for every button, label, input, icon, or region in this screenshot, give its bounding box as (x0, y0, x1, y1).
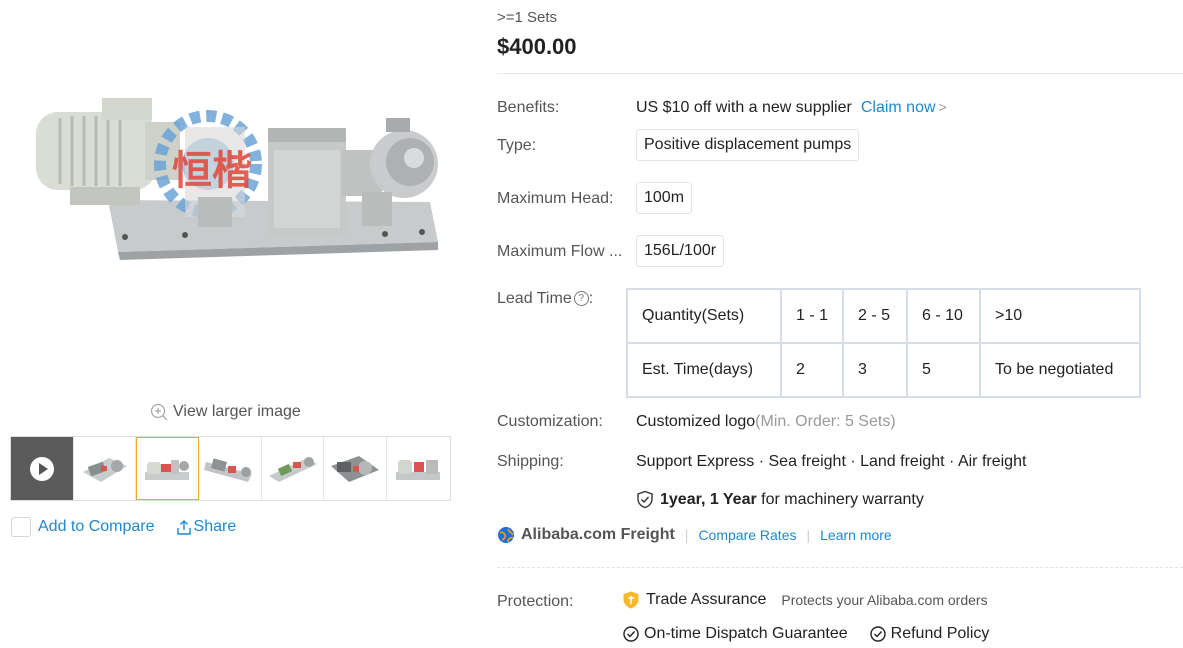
thumbnail-image[interactable] (261, 437, 325, 500)
chevron-right-icon: > (938, 99, 947, 115)
warranty-period: 1year, 1 Year (660, 490, 757, 508)
play-icon (29, 456, 54, 481)
table-cell: 5 (906, 342, 982, 398)
pump-thumbnail-image (82, 457, 127, 482)
table-cell: 1 - 1 (779, 288, 845, 344)
share-icon (176, 519, 191, 535)
trade-assurance-icon (623, 591, 639, 609)
on-time-dispatch-label: On-time Dispatch Guarantee (644, 625, 848, 642)
table-cell: 3 (842, 342, 909, 398)
table-row: Quantity(Sets) 1 - 1 2 - 5 6 - 10 >10 (626, 288, 1142, 344)
table-cell: Est. Time(days) (626, 342, 782, 398)
price-tier-quantity: >=1 Sets (497, 9, 558, 26)
freight-separator: | (806, 527, 811, 543)
add-to-compare-link[interactable]: Add to Compare (38, 518, 155, 536)
benefits-label: Benefits: (497, 99, 560, 116)
thumbnail-video[interactable] (11, 437, 74, 500)
price-divider (497, 73, 1183, 74)
benefits-value: US $10 off with a new supplier (636, 99, 852, 116)
benefits-value-row: US $10 off with a new supplier Claim now > (636, 99, 947, 117)
freight-brand: Alibaba.com Freight (521, 526, 675, 543)
table-cell: To be negotiated (979, 342, 1142, 398)
guarantee-row: On-time Dispatch Guarantee Refund Policy (623, 625, 1011, 643)
refund-policy-item[interactable]: Refund Policy (869, 625, 990, 643)
trade-assurance-label[interactable]: Trade Assurance (646, 591, 766, 609)
price-value: $400.00 (497, 34, 577, 59)
shipping-value: Support Express · Sea freight · Land fre… (636, 453, 1027, 470)
table-row: Est. Time(days) 2 3 5 To be negotiated (626, 342, 1142, 398)
compare-rates-link[interactable]: Compare Rates (698, 527, 796, 543)
pump-thumbnail-image (396, 459, 441, 480)
customization-value: Customized logo (636, 413, 756, 430)
check-circle-icon (623, 626, 639, 642)
max-head-value-tag: 100m (636, 182, 693, 214)
view-larger-image-link[interactable]: View larger image (150, 403, 301, 421)
trade-assurance-description: Protects your Alibaba.com orders (781, 592, 988, 608)
lead-time-label-text: Lead Time (497, 290, 572, 307)
warranty-row: 1year, 1 Year for machinery warranty (636, 490, 924, 509)
question-mark-icon[interactable]: ? (573, 291, 589, 306)
freight-separator: | (684, 527, 689, 543)
compare-share-row: Add to Compare Share (11, 517, 236, 537)
protection-label: Protection: (497, 593, 574, 610)
thumbnail-image[interactable] (324, 437, 388, 500)
main-product-image[interactable]: 恒楷 (30, 92, 445, 267)
thumbnail-image[interactable] (387, 437, 450, 500)
thumbnail-image[interactable] (73, 437, 137, 500)
globe-icon (498, 527, 514, 543)
trade-assurance-row: Trade Assurance Protects your Alibaba.co… (623, 591, 988, 609)
protection-divider (497, 567, 1183, 568)
on-time-dispatch-item[interactable]: On-time Dispatch Guarantee (623, 625, 848, 643)
thumbnail-strip (10, 436, 451, 501)
thumbnail-image-active[interactable] (136, 437, 200, 500)
customization-label: Customization: (497, 413, 603, 430)
view-larger-label: View larger image (173, 403, 301, 420)
freight-row: Alibaba.com Freight | Compare Rates | Le… (497, 526, 892, 544)
zoom-in-icon (150, 403, 168, 421)
share-button[interactable]: Share (176, 518, 237, 536)
check-circle-icon (869, 626, 886, 642)
table-cell: 6 - 10 (906, 288, 982, 344)
max-head-label: Maximum Head: (497, 190, 614, 207)
pump-thumbnail-image (145, 459, 190, 480)
learn-more-link[interactable]: Learn more (820, 527, 892, 543)
lead-time-colon: : (588, 290, 594, 307)
type-label: Type: (497, 137, 537, 154)
customization-value-row: Customized logo(Min. Order: 5 Sets) (636, 413, 896, 431)
share-label: Share (193, 518, 237, 535)
table-cell: >10 (979, 288, 1142, 344)
type-value-tag: Positive displacement pumps (636, 129, 860, 161)
max-flow-value-tag: 156L/100r (636, 235, 725, 267)
table-cell: Quantity(Sets) (626, 288, 782, 344)
shield-check-icon (637, 490, 653, 509)
pump-thumbnail-image (203, 457, 252, 482)
warranty-text: for machinery warranty (761, 490, 924, 508)
max-flow-label: Maximum Flow ... (497, 243, 623, 260)
table-cell: 2 (779, 342, 845, 398)
thumbnail-image[interactable] (199, 437, 262, 500)
pump-thumbnail-image (331, 455, 380, 482)
claim-now-label: Claim now (860, 99, 936, 116)
pump-thumbnail-image (268, 456, 317, 482)
refund-policy-label: Refund Policy (890, 625, 990, 642)
customization-min-order: (Min. Order: 5 Sets) (755, 413, 896, 430)
shipping-label: Shipping: (497, 453, 564, 470)
lead-time-label: Lead Time?: (497, 290, 593, 308)
watermark-logo: 恒楷 (172, 149, 252, 193)
claim-now-link[interactable]: Claim now > (861, 99, 947, 116)
add-to-compare-checkbox[interactable] (11, 517, 31, 537)
table-cell: 2 - 5 (842, 288, 909, 344)
lead-time-table: Quantity(Sets) 1 - 1 2 - 5 6 - 10 >10 Es… (626, 288, 1142, 398)
